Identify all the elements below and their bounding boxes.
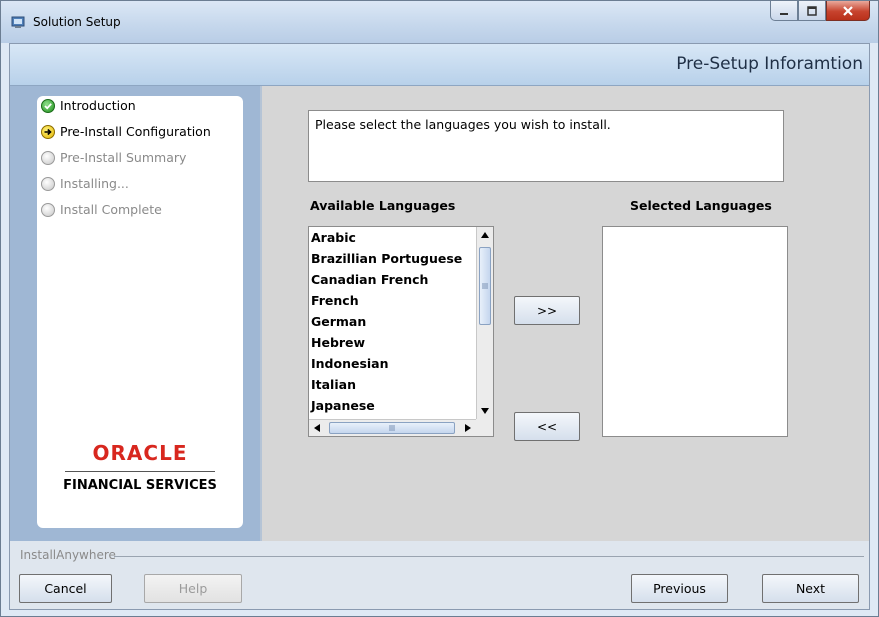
step-pre-install-summary: Pre-Install Summary <box>41 150 186 165</box>
vertical-scrollbar[interactable] <box>476 227 493 419</box>
step-introduction: Introduction <box>41 98 136 113</box>
list-item[interactable]: Indonesian <box>309 353 476 374</box>
triangle-right-icon <box>465 424 471 432</box>
list-item[interactable]: Hebrew <box>309 332 476 353</box>
window-title: Solution Setup <box>33 15 121 29</box>
close-icon <box>843 5 853 16</box>
page-title: Pre-Setup Inforamtion <box>676 54 863 74</box>
footer-divider <box>114 556 864 557</box>
cancel-button[interactable]: Cancel <box>19 574 112 603</box>
list-item[interactable]: Brazillian Portuguese <box>309 248 476 269</box>
maximize-button[interactable] <box>798 1 826 21</box>
instructions-box: Please select the languages you wish to … <box>308 110 784 182</box>
check-icon <box>41 98 55 113</box>
step-pre-install-configuration: Pre-Install Configuration <box>41 124 211 139</box>
step-label: Install Complete <box>60 202 162 217</box>
available-languages-items: Arabic Brazillian Portuguese Canadian Fr… <box>309 227 476 419</box>
window-controls <box>770 1 870 21</box>
help-button[interactable]: Help <box>144 574 242 603</box>
maximize-icon <box>807 5 817 16</box>
grip-icon <box>389 425 395 431</box>
list-item[interactable]: Italian <box>309 374 476 395</box>
footer: InstallAnywhere Cancel Help Previous Nex… <box>10 541 869 609</box>
installanywhere-label: InstallAnywhere <box>20 548 116 562</box>
step-installing: Installing... <box>41 176 129 191</box>
step-label: Installing... <box>60 176 129 191</box>
close-button[interactable] <box>826 1 870 21</box>
steps-list: Introduction Pre-Install Configuration P… <box>37 96 243 528</box>
remove-language-button[interactable]: << <box>514 412 580 441</box>
step-label: Introduction <box>60 98 136 113</box>
previous-button[interactable]: Previous <box>631 574 728 603</box>
available-languages-label: Available Languages <box>310 198 456 213</box>
pending-circle-icon <box>41 202 55 217</box>
oracle-division: FINANCIAL SERVICES <box>63 478 217 493</box>
step-install-complete: Install Complete <box>41 202 162 217</box>
step-label: Pre-Install Configuration <box>60 124 211 139</box>
triangle-up-icon <box>481 232 489 238</box>
logo-divider <box>65 471 215 472</box>
pending-circle-icon <box>41 150 55 165</box>
scroll-up-button[interactable] <box>477 227 493 243</box>
horizontal-scroll-thumb[interactable] <box>329 422 455 434</box>
header-band: Pre-Setup Inforamtion <box>10 44 869 86</box>
scroll-down-button[interactable] <box>477 403 493 419</box>
triangle-left-icon <box>314 424 320 432</box>
triangle-down-icon <box>481 408 489 414</box>
list-item[interactable]: French <box>309 290 476 311</box>
selected-languages-list[interactable] <box>602 226 788 437</box>
main-panel: Please select the languages you wish to … <box>260 86 869 541</box>
list-item[interactable]: Arabic <box>309 227 476 248</box>
title-bar[interactable]: Solution Setup <box>1 1 878 43</box>
arrow-right-icon <box>41 124 55 139</box>
installer-content: Pre-Setup Inforamtion Introduction Pre-I… <box>9 43 870 610</box>
next-button[interactable]: Next <box>762 574 859 603</box>
minimize-icon <box>780 12 788 15</box>
selected-languages-label: Selected Languages <box>630 198 772 213</box>
oracle-logo: ORACLE FINANCIAL SERVICES <box>37 441 243 493</box>
vertical-scroll-thumb[interactable] <box>479 247 491 325</box>
grip-icon <box>482 283 488 289</box>
available-languages-list[interactable]: Arabic Brazillian Portuguese Canadian Fr… <box>308 226 494 437</box>
list-item[interactable]: Japanese <box>309 395 476 416</box>
steps-panel: Introduction Pre-Install Configuration P… <box>10 86 260 541</box>
list-item[interactable]: Canadian French <box>309 269 476 290</box>
scroll-corner <box>476 419 493 436</box>
pending-circle-icon <box>41 176 55 191</box>
app-icon <box>11 16 25 28</box>
installer-window: Solution Setup Pre-Setup Inforamtion Int… <box>0 0 879 617</box>
minimize-button[interactable] <box>770 1 798 21</box>
step-label: Pre-Install Summary <box>60 150 187 165</box>
list-item[interactable]: German <box>309 311 476 332</box>
scroll-right-button[interactable] <box>460 420 476 436</box>
scroll-left-button[interactable] <box>309 420 325 436</box>
add-language-button[interactable]: >> <box>514 296 580 325</box>
oracle-wordmark: ORACLE <box>92 441 188 465</box>
horizontal-scrollbar[interactable] <box>309 419 476 436</box>
